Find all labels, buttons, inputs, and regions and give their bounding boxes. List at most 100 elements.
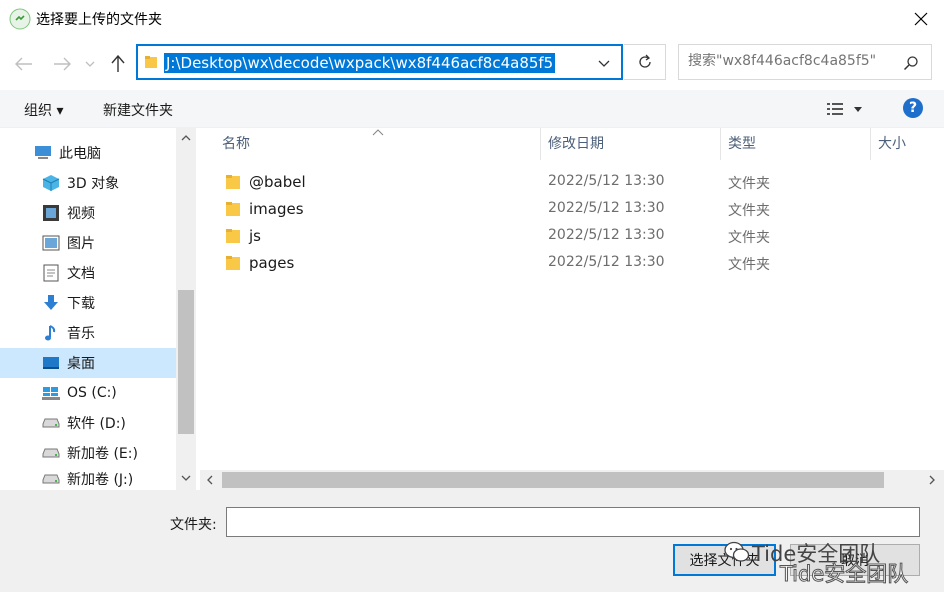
- nav-item-documents[interactable]: 文档: [0, 258, 176, 288]
- folder-icon: [226, 175, 240, 189]
- file-type: 文件夹: [728, 203, 770, 219]
- nav-item-label: 下载: [67, 296, 95, 312]
- folder-icon: [226, 202, 240, 216]
- address-row: J:\Desktop\wx\decode\wxpack\wx8f446acf8c…: [0, 38, 944, 90]
- folder-icon: [145, 56, 157, 68]
- nav-item-drive-c[interactable]: OS (C:): [0, 378, 176, 408]
- file-row[interactable]: @babel 2022/5/12 13:30 文件夹: [200, 169, 900, 196]
- window-title: 选择要上传的文件夹: [36, 12, 162, 28]
- nav-item-drive-j[interactable]: 新加卷 (J:): [0, 468, 176, 490]
- chevron-right-icon[interactable]: [926, 474, 938, 486]
- nav-item-desktop[interactable]: 桌面: [0, 348, 176, 378]
- file-type: 文件夹: [728, 257, 770, 273]
- video-icon: [42, 204, 60, 222]
- documents-icon: [42, 264, 60, 282]
- file-row[interactable]: pages 2022/5/12 13:30 文件夹: [200, 250, 900, 277]
- nav-item-label: 软件 (D:): [67, 416, 126, 432]
- nav-item-drive-d[interactable]: 软件 (D:): [0, 408, 176, 438]
- nav-item-drive-e[interactable]: 新加卷 (E:): [0, 438, 176, 468]
- chevron-down-icon: [85, 61, 95, 67]
- column-divider[interactable]: [870, 128, 871, 160]
- refresh-icon: [638, 54, 651, 68]
- new-folder-button[interactable]: 新建文件夹: [103, 100, 173, 120]
- arrow-left-icon: [15, 57, 32, 71]
- help-button[interactable]: ?: [903, 98, 923, 118]
- nav-item-downloads[interactable]: 下载: [0, 288, 176, 318]
- file-name: js: [249, 227, 261, 245]
- nav-item-label: 新加卷 (E:): [67, 446, 138, 462]
- horizontal-scrollbar-thumb[interactable]: [222, 472, 884, 488]
- folder-label: 文件夹:: [170, 517, 217, 533]
- nav-item-label: 此电脑: [59, 146, 101, 162]
- computer-icon: [34, 144, 52, 162]
- chevron-left-icon[interactable]: [204, 474, 216, 486]
- arrow-up-icon: [111, 55, 125, 72]
- drive-icon: [42, 444, 60, 462]
- caret-down-icon: [854, 106, 862, 112]
- navigation-pane: 此电脑 3D 对象 视频 图片 文档 下载 音乐 桌面 OS (C:) 软件 (…: [0, 128, 196, 490]
- drive-icon: [42, 470, 60, 488]
- 3d-objects-icon: [42, 174, 60, 192]
- nav-item-pictures[interactable]: 图片: [0, 228, 176, 258]
- dialog-footer: 文件夹: 选择文件夹 取消: [0, 490, 944, 592]
- column-divider[interactable]: [720, 128, 721, 160]
- arrow-right-icon: [54, 57, 71, 71]
- address-bar[interactable]: J:\Desktop\wx\decode\wxpack\wx8f446acf8c…: [136, 44, 623, 80]
- horizontal-scrollbar[interactable]: [200, 470, 944, 490]
- nav-item-label: 图片: [67, 236, 95, 252]
- address-path[interactable]: J:\Desktop\wx\decode\wxpack\wx8f446acf8c…: [164, 53, 556, 73]
- nav-item-label: 文档: [67, 266, 95, 282]
- up-button[interactable]: [104, 50, 132, 78]
- file-type: 文件夹: [728, 176, 770, 192]
- chevron-down-icon[interactable]: [597, 56, 611, 70]
- nav-item-label: 音乐: [67, 326, 95, 342]
- folder-icon: [226, 256, 240, 270]
- search-box[interactable]: [678, 44, 932, 80]
- nav-item-this-pc[interactable]: 此电脑: [0, 138, 176, 168]
- drive-icon: [42, 414, 60, 432]
- column-header-name[interactable]: 名称: [222, 128, 250, 160]
- nav-item-label: OS (C:): [67, 385, 117, 401]
- close-button[interactable]: [898, 0, 944, 38]
- title-bar: 选择要上传的文件夹: [0, 0, 944, 38]
- select-folder-button[interactable]: 选择文件夹: [673, 544, 776, 576]
- file-modified: 2022/5/12 13:30: [548, 254, 665, 270]
- recent-locations-button[interactable]: [80, 50, 100, 78]
- close-icon: [914, 12, 928, 26]
- nav-item-label: 视频: [67, 206, 95, 222]
- folder-icon: [226, 229, 240, 243]
- nav-scrollbar-thumb[interactable]: [178, 290, 194, 434]
- file-type: 文件夹: [728, 230, 770, 246]
- nav-item-3d-objects[interactable]: 3D 对象: [0, 168, 176, 198]
- column-header-type[interactable]: 类型: [728, 128, 756, 160]
- organize-button[interactable]: 组织 ▾: [24, 100, 63, 120]
- file-name: pages: [249, 254, 295, 272]
- file-name: images: [249, 200, 304, 218]
- nav-scrollbar[interactable]: [176, 128, 196, 490]
- command-bar: 组织 ▾ 新建文件夹 ?: [0, 90, 944, 128]
- file-name: @babel: [249, 173, 306, 191]
- music-icon: [42, 324, 60, 342]
- column-divider[interactable]: [540, 128, 541, 160]
- chevron-down-icon[interactable]: [180, 472, 192, 484]
- nav-item-label: 3D 对象: [67, 176, 120, 192]
- refresh-button[interactable]: [624, 44, 666, 80]
- back-button[interactable]: [10, 50, 38, 78]
- cancel-button[interactable]: 取消: [790, 544, 920, 576]
- nav-item-music[interactable]: 音乐: [0, 318, 176, 348]
- forward-button[interactable]: [48, 50, 76, 78]
- file-modified: 2022/5/12 13:30: [548, 173, 665, 189]
- search-icon[interactable]: [903, 55, 919, 71]
- column-header-modified[interactable]: 修改日期: [548, 128, 604, 160]
- column-header-size[interactable]: 大小: [878, 128, 906, 160]
- search-input[interactable]: [688, 53, 888, 69]
- folder-name-input[interactable]: [226, 507, 920, 537]
- chevron-up-icon[interactable]: [180, 132, 192, 144]
- change-view-button[interactable]: [826, 100, 868, 118]
- file-row[interactable]: images 2022/5/12 13:30 文件夹: [200, 196, 900, 223]
- nav-item-label: 新加卷 (J:): [67, 472, 134, 488]
- nav-item-videos[interactable]: 视频: [0, 198, 176, 228]
- pictures-icon: [42, 234, 60, 252]
- file-row[interactable]: js 2022/5/12 13:30 文件夹: [200, 223, 900, 250]
- download-icon: [42, 294, 60, 312]
